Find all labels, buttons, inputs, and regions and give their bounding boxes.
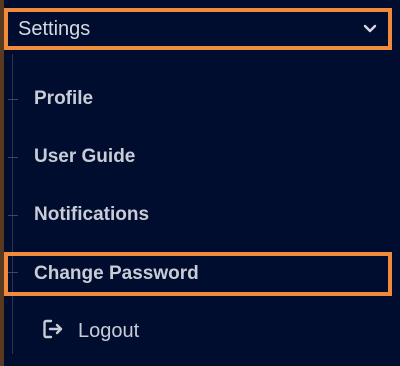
- menu-item-label: Change Password: [34, 263, 199, 284]
- logout-button[interactable]: Logout: [42, 318, 139, 345]
- settings-menu-panel: Settings Profile User Guide Notification…: [4, 0, 400, 366]
- chevron-down-icon: [362, 21, 378, 37]
- logout-label: Logout: [78, 320, 140, 342]
- settings-dropdown-header[interactable]: Settings: [4, 8, 392, 50]
- tree-tick: [8, 157, 18, 158]
- settings-header-label: Settings: [18, 17, 91, 40]
- menu-item-change-password[interactable]: Change Password: [4, 252, 392, 296]
- tree-tick: [8, 272, 18, 273]
- menu-item-profile[interactable]: Profile: [4, 80, 392, 118]
- menu-item-label: Notifications: [34, 204, 150, 225]
- menu-item-label: Profile: [34, 88, 94, 109]
- logout-icon: [42, 318, 64, 345]
- tree-tick: [8, 99, 18, 100]
- menu-item-user-guide[interactable]: User Guide: [4, 138, 392, 176]
- tree-tick: [8, 215, 18, 216]
- menu-item-label: User Guide: [34, 146, 136, 167]
- menu-item-notifications[interactable]: Notifications: [4, 196, 392, 234]
